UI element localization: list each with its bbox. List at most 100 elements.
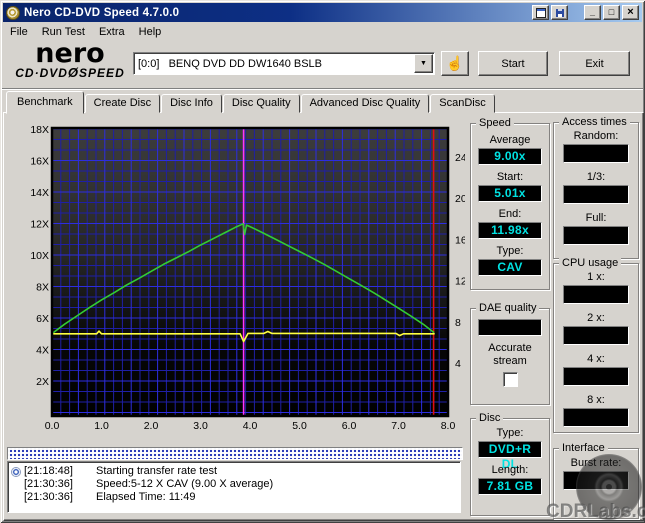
tab-advanced-disc-quality[interactable]: Advanced Disc Quality [300,94,430,113]
svg-text:20: 20 [455,193,465,205]
cpu-8x-value [563,408,629,427]
log-list[interactable]: [21:18:48] Starting transfer rate test [… [7,461,461,513]
app-window: Nero CD-DVD Speed 4.7.0.0 _ □ × File Run… [0,0,645,523]
disc-type-label: Type: [496,427,524,439]
disc-length-label: Length: [491,464,529,476]
disc-glyph-icon: Ø [67,65,80,80]
svg-text:1.0: 1.0 [94,420,109,432]
start-button[interactable]: Start [478,51,548,76]
cpu-1x-label: 1 x: [587,271,605,283]
burst-rate-label: Burst rate: [570,457,622,469]
svg-text:6X: 6X [36,313,49,325]
title-bar: Nero CD-DVD Speed 4.7.0.0 _ □ × [3,3,642,22]
nero-logo-name: nero [35,38,105,69]
speed-type-value: CAV [478,259,542,276]
dae-quality-panel: DAE quality Accurate stream [470,302,550,405]
svg-text:18X: 18X [30,124,49,136]
disc-panel-title: Disc [476,412,504,424]
average-speed-value: 9.00x [478,148,542,165]
drive-selector[interactable]: [0:0] BENQ DVD DD DW1640 BSLB ▼ [133,52,435,75]
progress-bar [7,447,463,460]
svg-text:8: 8 [455,317,461,329]
cpu-8x-label: 8 x: [587,394,605,406]
drive-selector-dropdown-button[interactable]: ▼ [414,54,433,73]
svg-text:0.0: 0.0 [45,420,60,432]
speed-panel-title: Speed [476,117,514,129]
options-hand-button[interactable]: ☝ [441,51,469,76]
svg-text:2.0: 2.0 [144,420,159,432]
tab-scandisc[interactable]: ScanDisc [430,94,495,113]
cpu-1x-value [563,285,629,304]
interface-panel: Interface Burst rate: [553,442,639,519]
test-disc-icon [11,466,21,477]
disc-length-value: 7.81 GB [478,478,542,495]
svg-text:16: 16 [455,234,465,246]
menu-help[interactable]: Help [132,24,169,40]
close-button[interactable]: × [622,5,639,20]
tab-bar: Benchmark Create Disc Disc Info Disc Qua… [6,91,496,114]
access-times-panel: Access times Random: 1/3: Full: [553,116,639,259]
nero-logo: nero CD·DVDØSPEED [8,38,132,80]
disc-type-value: DVD+R DL [478,441,542,471]
accurate-stream-label-line1: Accurate [488,342,532,354]
one-third-access-value [563,185,629,204]
svg-text:4: 4 [455,358,461,370]
hand-icon: ☝ [446,55,464,71]
average-label: Average [489,134,531,146]
start-label: Start: [496,171,524,183]
svg-text:7.0: 7.0 [391,420,406,432]
svg-text:4X: 4X [36,345,49,357]
svg-text:24: 24 [455,152,465,164]
interface-title: Interface [559,442,608,454]
random-access-value [563,144,629,163]
tab-benchmark[interactable]: Benchmark [6,91,84,114]
one-third-access-label: 1/3: [586,171,606,183]
svg-text:14X: 14X [30,187,49,199]
maximize-button[interactable]: □ [603,5,620,20]
app-disc-icon [6,5,20,20]
tab-create-disc[interactable]: Create Disc [84,94,161,113]
accurate-stream-label-line2: stream [493,355,527,367]
svg-text:8X: 8X [36,282,49,294]
chart-icon [535,7,546,18]
svg-text:2X: 2X [36,376,49,388]
svg-text:5.0: 5.0 [292,420,307,432]
svg-text:10X: 10X [30,250,49,262]
svg-text:3.0: 3.0 [193,420,208,432]
save-results-button[interactable] [551,5,568,20]
accurate-stream-checkbox[interactable] [502,372,518,387]
svg-text:4.0: 4.0 [243,420,258,432]
minimize-button[interactable]: _ [584,5,601,20]
full-access-value [563,226,629,245]
close-icon: × [627,6,634,18]
cpu-2x-label: 2 x: [587,312,605,324]
minimize-icon: _ [589,7,595,17]
exit-button[interactable]: Exit [559,51,630,76]
type-label: Type: [496,245,524,257]
cpu-4x-label: 4 x: [587,353,605,365]
transfer-rate-chart: 18X 16X 14X 12X 10X 8X 6X 4X 2X 24 20 16 12 8 4 0.0 1.0 2… [25,118,467,433]
cpu-usage-title: CPU usage [559,257,622,269]
full-access-label: Full: [585,212,607,224]
tab-disc-quality[interactable]: Disc Quality [222,94,300,113]
svg-text:16X: 16X [30,156,49,168]
chart-window-button[interactable] [532,5,549,20]
random-access-label: Random: [573,130,619,142]
svg-text:6.0: 6.0 [342,420,357,432]
tab-disc-info[interactable]: Disc Info [161,94,222,113]
window-title: Nero CD-DVD Speed 4.7.0.0 [24,6,180,19]
log-entry: [21:18:48] Starting transfer rate test [8,465,460,478]
end-label: End: [498,208,522,220]
svg-text:12X: 12X [30,219,49,231]
cpu-2x-value [563,326,629,345]
log-entry: [21:30:36] Speed:5-12 X CAV (9.00 X aver… [24,478,274,490]
drive-selector-value: [0:0] BENQ DVD DD DW1640 BSLB [138,57,323,70]
cpu-4x-value [563,367,629,386]
floppy-icon [555,8,564,17]
cpu-usage-panel: CPU usage 1 x: 2 x: 4 x: 8 x: [553,257,639,433]
menu-file[interactable]: File [3,24,35,40]
start-speed-value: 5.01x [478,185,542,202]
toolbar-divider [2,88,643,90]
end-speed-value: 11.98x [478,222,542,239]
dae-quality-value [478,319,542,336]
